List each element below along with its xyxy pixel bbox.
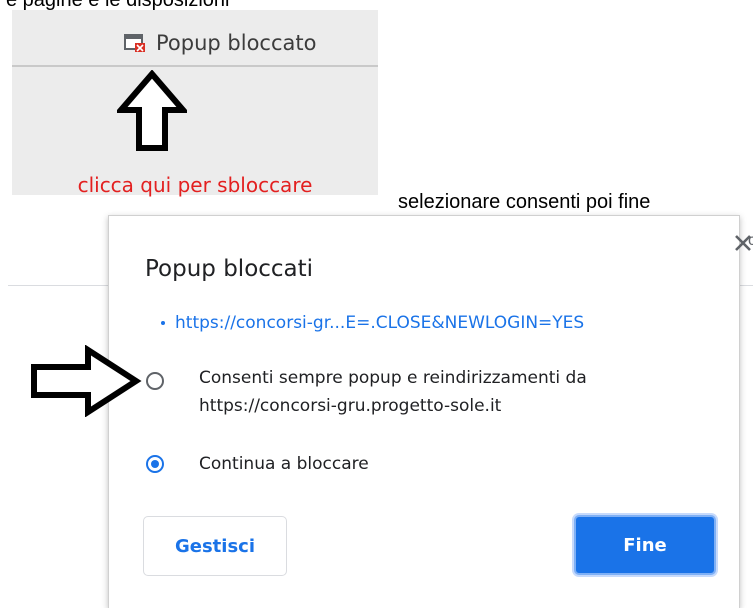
right-arrow-icon xyxy=(31,345,142,417)
popup-blocked-dialog: Popup bloccati https://concorsi-gr...E=.… xyxy=(108,215,740,608)
radio-allow-label-line2: https://concorsi-gru.progetto-sole.it xyxy=(199,396,502,416)
bullet-icon xyxy=(161,321,165,325)
up-arrow-icon xyxy=(117,70,187,151)
edge-fragment: c xyxy=(748,232,753,249)
dialog-title: Popup bloccati xyxy=(145,256,314,282)
instruction-text: selezionare consenti poi fine xyxy=(398,191,651,213)
done-button[interactable]: Fine xyxy=(574,515,716,575)
blocked-popup-link[interactable]: https://concorsi-gr...E=.CLOSE&NEWLOGIN=… xyxy=(161,313,585,333)
popup-blocked-indicator[interactable]: Popup bloccato xyxy=(124,29,316,57)
toolbar-divider xyxy=(12,65,378,67)
popup-blocked-icon xyxy=(124,33,146,53)
radio-block[interactable] xyxy=(146,455,164,473)
popup-blocked-label: Popup bloccato xyxy=(156,31,317,55)
radio-allow-label-line1: Consenti sempre popup e reindirizzamenti… xyxy=(199,368,587,388)
omnibox-strip: Popup bloccato clicca qui per sbloccare xyxy=(12,10,378,197)
manage-button[interactable]: Gestisci xyxy=(143,516,287,576)
radio-allow-label[interactable]: Consenti sempre popup e reindirizzamenti… xyxy=(199,364,587,420)
radio-block-label[interactable]: Continua a bloccare xyxy=(199,450,369,478)
radio-allow[interactable] xyxy=(146,372,164,390)
unblock-hint: clicca qui per sbloccare xyxy=(77,173,313,197)
blocked-popup-url: https://concorsi-gr...E=.CLOSE&NEWLOGIN=… xyxy=(175,313,585,333)
